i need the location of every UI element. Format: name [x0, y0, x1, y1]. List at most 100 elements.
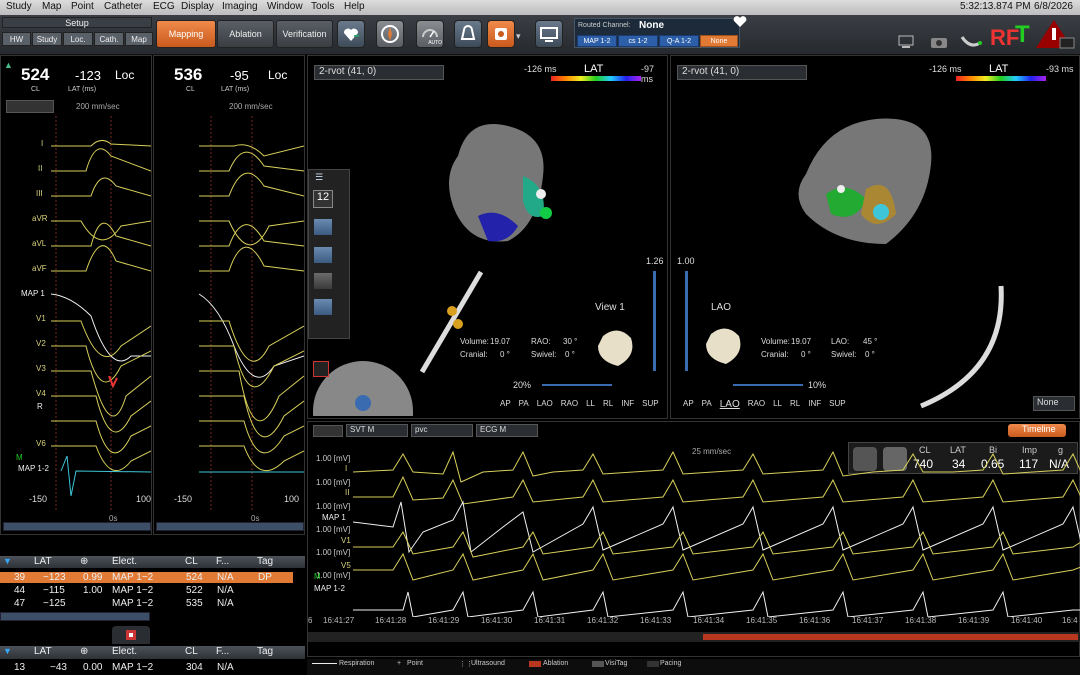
- col-corr-icon[interactable]: ⊕: [80, 556, 88, 567]
- ecg-tools[interactable]: [6, 100, 54, 113]
- col-elect-2[interactable]: Elect.: [112, 646, 137, 657]
- view-lao[interactable]: LAO: [537, 399, 553, 408]
- tag-icon[interactable]: [313, 298, 333, 316]
- view-pa[interactable]: PA: [702, 399, 712, 410]
- channel-select-3[interactable]: ECG M: [476, 424, 538, 437]
- map-view-left[interactable]: 2-rvot (41, 0) -126 ms LAT -97 ms ☰ 12 V…: [307, 55, 668, 419]
- threshold-slider-2[interactable]: [685, 271, 688, 371]
- view-sup[interactable]: SUP: [642, 399, 658, 408]
- grid-icon[interactable]: [313, 218, 333, 236]
- col-f[interactable]: F...: [216, 556, 229, 567]
- menu-imaging[interactable]: Imaging: [222, 1, 258, 12]
- opacity-slider[interactable]: [542, 384, 612, 386]
- view-rao[interactable]: RAO: [748, 399, 765, 410]
- layers-icon[interactable]: ☰: [315, 172, 323, 183]
- col-tag[interactable]: Tag: [257, 556, 273, 567]
- menu-window[interactable]: Window: [267, 1, 303, 12]
- table-row[interactable]: 39 −123 0.99 MAP 1−2 524 N/A DP: [0, 572, 293, 583]
- loc-label-2: Loc: [268, 68, 288, 82]
- heart-add-icon[interactable]: [337, 20, 365, 48]
- split-icon[interactable]: [112, 626, 150, 644]
- col-lat-2[interactable]: LAT: [34, 646, 52, 657]
- heart-map-right[interactable]: [786, 114, 946, 254]
- tab-map[interactable]: Map: [125, 32, 153, 46]
- routed-tab-qa[interactable]: Q-A 1-2: [659, 35, 699, 47]
- cut-icon[interactable]: [313, 272, 333, 290]
- view-rl[interactable]: RL: [790, 399, 800, 410]
- brush-icon[interactable]: [313, 246, 333, 264]
- date: 6/8/2026: [1034, 1, 1073, 12]
- table-row[interactable]: 44 −115 1.00 MAP 1−2 522 N/A: [0, 585, 300, 596]
- menu-map[interactable]: Map: [42, 1, 61, 12]
- scale-min-2: -126 ms: [929, 64, 962, 74]
- tab-study[interactable]: Study: [32, 32, 62, 46]
- bell-icon[interactable]: [454, 20, 482, 48]
- heart-map-left[interactable]: [438, 116, 568, 246]
- auto-gauge-icon[interactable]: AUTO: [416, 20, 444, 48]
- compass-icon[interactable]: [376, 20, 404, 48]
- ablation-tab[interactable]: Ablation: [217, 20, 274, 48]
- tab-loc[interactable]: Loc.: [63, 32, 93, 46]
- col-corr-icon-2[interactable]: ⊕: [80, 646, 88, 657]
- view-ap[interactable]: AP: [683, 399, 694, 410]
- routed-tab-cs[interactable]: cs 1-2: [618, 35, 658, 47]
- menu-tools[interactable]: Tools: [311, 1, 334, 12]
- map-view-right[interactable]: 2-rvot (41, 0) -126 ms LAT -93 ms LAO Vo…: [670, 55, 1080, 419]
- chevron-down-icon[interactable]: [355, 395, 371, 411]
- routed-tab-none[interactable]: None: [700, 35, 738, 47]
- col-tag-2[interactable]: Tag: [257, 646, 273, 657]
- filter-icon[interactable]: ▼: [3, 556, 12, 566]
- view-rl[interactable]: RL: [603, 399, 613, 408]
- menu-point[interactable]: Point: [71, 1, 94, 12]
- view-rao[interactable]: RAO: [561, 399, 578, 408]
- opacity-slider-2[interactable]: [733, 384, 803, 386]
- heart-orientation-icon-2[interactable]: [701, 324, 746, 366]
- ecg-scrollbar-2[interactable]: [156, 522, 304, 531]
- menu-study[interactable]: Study: [6, 1, 32, 12]
- view-lao[interactable]: LAO: [720, 399, 740, 410]
- magnet-icon[interactable]: [313, 361, 329, 377]
- view-ap[interactable]: AP: [500, 399, 511, 408]
- verification-tab[interactable]: Verification: [276, 20, 333, 48]
- menu-catheter[interactable]: Catheter: [104, 1, 142, 12]
- map-name-select-2[interactable]: 2-rvot (41, 0): [677, 65, 807, 80]
- tab-cath[interactable]: Cath.: [94, 32, 124, 46]
- ecg-tools-bottom[interactable]: [313, 425, 343, 437]
- volume-value: 19.07: [490, 337, 511, 346]
- map-name-select[interactable]: 2-rvot (41, 0): [314, 65, 444, 80]
- view-inf[interactable]: INF: [808, 399, 821, 410]
- menu-help[interactable]: Help: [344, 1, 365, 12]
- tab-hw[interactable]: HW: [2, 32, 31, 46]
- mapping-tab[interactable]: Mapping: [156, 20, 216, 48]
- view-pa[interactable]: PA: [519, 399, 529, 408]
- col-lat[interactable]: LAT: [34, 556, 52, 567]
- channel-select-1[interactable]: SVT M: [346, 424, 408, 437]
- view-ll[interactable]: LL: [586, 399, 595, 408]
- channel-select-2[interactable]: pvc: [411, 424, 473, 437]
- routed-tab-map[interactable]: MAP 1-2: [577, 35, 617, 47]
- filter-icon-2[interactable]: ▼: [3, 646, 12, 656]
- monitor-icon[interactable]: [535, 20, 563, 48]
- col-elect[interactable]: Elect.: [112, 556, 137, 567]
- ecg-scrollbar[interactable]: [3, 522, 151, 531]
- col-f-2[interactable]: F...: [216, 646, 229, 657]
- table-row[interactable]: 13 −43 0.00 MAP 1−2 304 N/A: [0, 662, 295, 673]
- threshold-slider[interactable]: [653, 271, 656, 371]
- view-ll[interactable]: LL: [773, 399, 782, 410]
- view-sup[interactable]: SUP: [829, 399, 845, 410]
- menu-ecg[interactable]: ECG: [153, 1, 175, 12]
- menu-display[interactable]: Display: [181, 1, 214, 12]
- timeline-button[interactable]: Timeline: [1008, 424, 1066, 437]
- col-cl[interactable]: CL: [185, 556, 198, 567]
- overlay-select[interactable]: None: [1033, 396, 1075, 411]
- col-cl-2[interactable]: CL: [185, 646, 198, 657]
- timeline-bar[interactable]: [308, 632, 1080, 642]
- chevron-down-icon[interactable]: ▾: [516, 31, 521, 42]
- table-scrollbar[interactable]: [0, 612, 150, 621]
- view-inf[interactable]: INF: [621, 399, 634, 408]
- table-row[interactable]: 47 −125 MAP 1−2 535 N/A: [0, 598, 300, 609]
- heart-orientation-icon[interactable]: [593, 326, 638, 368]
- record-icon[interactable]: [487, 20, 515, 48]
- chevron-up-icon[interactable]: ▲: [4, 60, 13, 70]
- scale-max: -97 ms: [641, 64, 655, 84]
